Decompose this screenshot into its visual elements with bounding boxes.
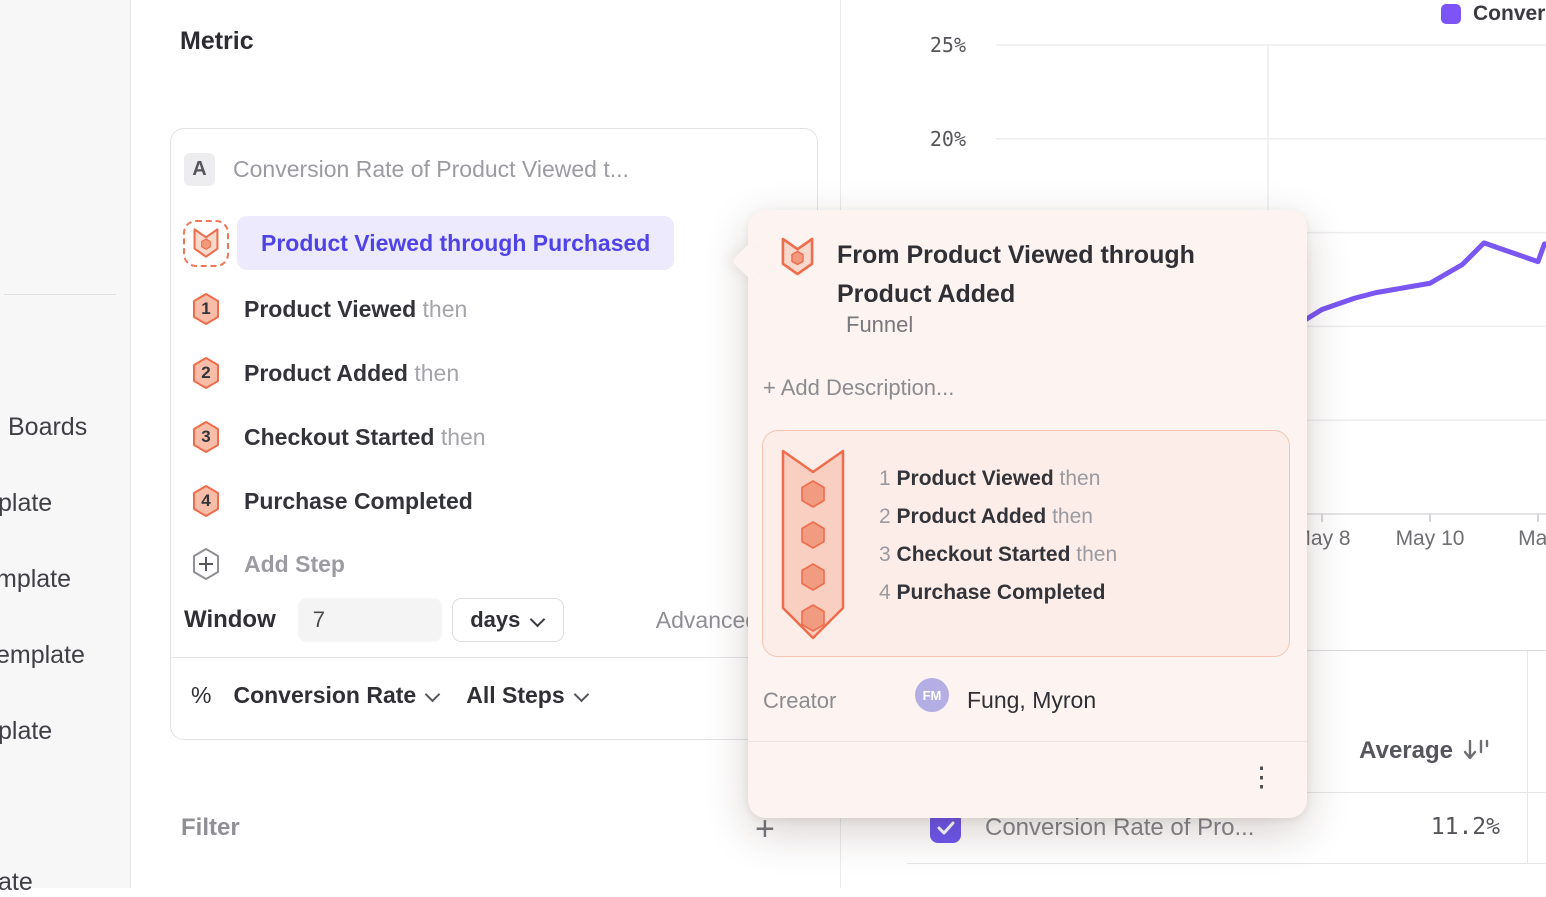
table-column-separator (1527, 651, 1528, 863)
step-3-hexagon-badge: 3 (191, 420, 221, 454)
sidebar-divider (4, 294, 116, 295)
funnel-badge-icon (780, 236, 815, 314)
percent-icon: % (191, 682, 211, 709)
add-step-label: Add Step (244, 551, 345, 578)
step-3-name[interactable]: Checkout Started (244, 424, 434, 450)
x-axis-tick-label: May 10 (1396, 527, 1465, 551)
popover-step-4: 4 Purchase Completed (879, 581, 1117, 605)
step-4-name[interactable]: Purchase Completed (244, 488, 473, 514)
funnel-step-1[interactable]: 1 Product Viewed then (191, 292, 467, 326)
metric-section-heading: Metric (180, 27, 254, 56)
step-2-hexagon-badge: 2 (191, 356, 221, 390)
funnel-step-3[interactable]: 3 Checkout Started then (191, 420, 486, 454)
measure-dropdown[interactable]: Conversion Rate (233, 682, 440, 709)
popover-footer-divider (748, 741, 1307, 742)
popover-type-label: Funnel (846, 312, 913, 338)
step-connector: then (423, 296, 468, 322)
table-row-metric-label[interactable]: Conversion Rate of Pro... (985, 814, 1254, 842)
advanced-link[interactable]: Advanced (656, 607, 758, 634)
sort-descending-icon (1463, 738, 1490, 764)
creator-label: Creator (763, 688, 836, 714)
popover-title: From Product Viewed through Product Adde… (837, 236, 1257, 314)
metric-definition-card: A Conversion Rate of Product Viewed t...… (170, 128, 818, 740)
selected-funnel-row[interactable]: Product Viewed through Purchased (183, 216, 674, 270)
step-1-name[interactable]: Product Viewed (244, 296, 416, 322)
funnel-icon-selected-box[interactable] (183, 220, 229, 267)
step-4-hexagon-badge: 4 (191, 484, 221, 518)
sidebar-item-template[interactable]: emplate (0, 641, 85, 670)
x-axis-tick-label: May (1518, 527, 1546, 551)
funnel-badge-icon (192, 227, 220, 259)
window-label: Window (184, 606, 276, 634)
window-value-input[interactable] (298, 598, 442, 642)
average-column-header[interactable]: Average (1330, 737, 1490, 765)
metric-title[interactable]: Conversion Rate of Product Viewed t... (233, 156, 629, 183)
step-2-name[interactable]: Product Added (244, 360, 408, 386)
table-row-border (907, 863, 1546, 864)
popover-step-3: 3 Checkout Started then (879, 543, 1117, 567)
funnel-ribbon-icon (780, 448, 846, 644)
window-unit-select[interactable]: days (452, 598, 564, 642)
funnel-step-2[interactable]: 2 Product Added then (191, 356, 459, 390)
series-a-badge: A (184, 153, 215, 186)
sidebar-item-template[interactable]: ate (0, 868, 33, 897)
creator-avatar: FM (915, 678, 949, 712)
step-1-hexagon-badge: 1 (191, 292, 221, 326)
add-step-hexagon-plus-icon (191, 547, 221, 581)
funnel-name-link[interactable]: Product Viewed through Purchased (237, 216, 674, 270)
more-options-kebab-icon[interactable]: ⋮ (1248, 763, 1275, 791)
popover-step-1: 1 Product Viewed then (879, 467, 1117, 491)
funnel-step-4[interactable]: 4 Purchase Completed (191, 484, 473, 518)
sidebar-item-template[interactable]: mplate (0, 565, 71, 594)
funnel-details-popover: From Product Viewed through Product Adde… (748, 210, 1307, 818)
table-row-average-value: 11.2% (1340, 814, 1500, 840)
step-connector: then (441, 424, 486, 450)
popover-step-2: 2 Product Added then (879, 505, 1117, 529)
sidebar-item-template[interactable]: plate (0, 717, 52, 746)
sidebar-item-template[interactable]: plate (0, 489, 52, 518)
sidebar: Boards plate mplate emplate plate ate (0, 0, 131, 888)
chevron-down-icon (532, 611, 545, 624)
add-description-link[interactable]: + Add Description... (763, 375, 954, 401)
chevron-down-icon (576, 686, 589, 699)
chevron-down-icon (427, 686, 440, 699)
steps-scope-dropdown[interactable]: All Steps (466, 682, 588, 709)
sidebar-item-boards[interactable]: Boards (8, 413, 87, 442)
filter-section-heading: Filter (181, 814, 240, 842)
add-step-button[interactable]: Add Step (191, 547, 345, 581)
step-connector: then (414, 360, 459, 386)
conversion-window-row: Window days Advanced (184, 598, 758, 642)
popover-funnel-steps-box: 1 Product Viewed then 2 Product Added th… (762, 430, 1290, 657)
creator-name: Fung, Myron (967, 687, 1096, 714)
card-divider (171, 657, 817, 658)
